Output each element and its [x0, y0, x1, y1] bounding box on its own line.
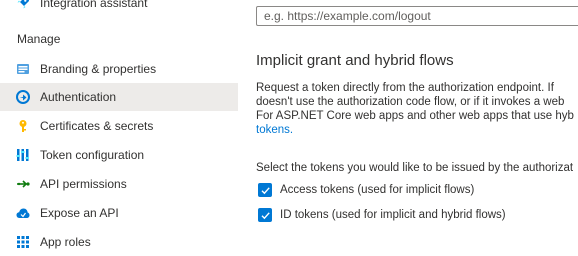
checkmark-icon — [261, 186, 270, 194]
sidebar-item-label: Integration assistant — [40, 0, 148, 10]
sidebar-item-label: Authentication — [40, 90, 117, 104]
sidebar-item-app-roles[interactable]: App roles — [0, 228, 238, 256]
rocket-icon — [16, 0, 30, 10]
sidebar-item-api-permissions[interactable]: API permissions — [0, 170, 238, 198]
sidebar-item-integration-assistant[interactable]: Integration assistant — [0, 0, 238, 17]
id-tokens-checkbox[interactable] — [258, 208, 272, 222]
branding-icon — [16, 62, 30, 76]
sidebar: Integration assistant Manage Branding & … — [0, 0, 238, 249]
sidebar-item-label: App roles — [40, 235, 91, 249]
api-permissions-icon — [16, 177, 30, 191]
implicit-grant-section-title: Implicit grant and hybrid flows — [256, 52, 454, 69]
sidebar-item-label: Certificates & secrets — [40, 119, 154, 133]
authentication-icon — [16, 90, 30, 104]
access-tokens-checkbox[interactable] — [258, 183, 272, 197]
sidebar-item-token-configuration[interactable]: Token configuration — [0, 141, 238, 169]
id-tokens-option[interactable]: ID tokens (used for implicit and hybrid … — [258, 207, 506, 223]
sidebar-item-label: API permissions — [40, 177, 127, 191]
sidebar-item-authentication[interactable]: Authentication — [0, 83, 238, 111]
grid-icon — [16, 235, 30, 249]
front-channel-logout-url-input[interactable] — [256, 6, 578, 26]
cloud-icon — [16, 206, 30, 220]
implicit-grant-description-line-1: Request a token directly from the author… — [256, 82, 554, 94]
manage-section-header: Manage — [17, 32, 61, 46]
checkmark-icon — [261, 211, 270, 219]
main-content: Implicit grant and hybrid flows Request … — [238, 0, 578, 245]
sidebar-item-expose-api[interactable]: Expose an API — [0, 199, 238, 227]
implicit-grant-description-line-4: tokens. — [256, 124, 578, 138]
access-tokens-option[interactable]: Access tokens (used for implicit flows) — [258, 182, 474, 198]
select-tokens-instruction: Select the tokens you would like to be i… — [256, 162, 574, 174]
sidebar-item-label: Token configuration — [40, 148, 145, 162]
access-tokens-label: Access tokens (used for implicit flows) — [280, 184, 475, 196]
sidebar-item-label: Branding & properties — [40, 62, 157, 76]
id-tokens-label: ID tokens (used for implicit and hybrid … — [280, 209, 506, 221]
token-config-icon — [16, 148, 30, 162]
implicit-grant-description-line-2: doesn't use the authorization code flow,… — [256, 96, 565, 108]
implicit-grant-description-line-3: For ASP.NET Core web apps and other web … — [256, 110, 574, 122]
tokens-link[interactable]: tokens. — [256, 124, 293, 136]
sidebar-item-label: Expose an API — [40, 206, 119, 220]
sidebar-item-branding[interactable]: Branding & properties — [0, 55, 238, 83]
sidebar-item-certificates[interactable]: Certificates & secrets — [0, 112, 238, 140]
key-icon — [16, 119, 30, 133]
